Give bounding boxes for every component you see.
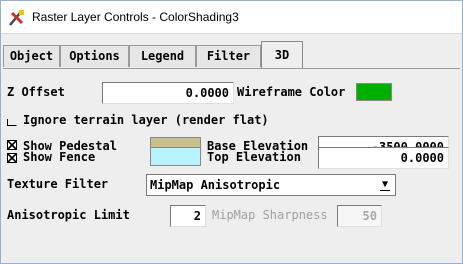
mipmap-sharpness-label: MipMap Sharpness bbox=[212, 208, 328, 222]
mipmap-sharpness-field: 50 bbox=[337, 205, 382, 227]
texture-filter-dropdown[interactable]: MipMap Anisotropic ▼ bbox=[146, 174, 396, 196]
texture-filter-label: Texture Filter bbox=[7, 177, 109, 191]
wireframe-color-swatch[interactable] bbox=[356, 83, 392, 101]
anisotropic-limit-field[interactable]: 2 bbox=[170, 205, 206, 227]
top-elevation-label: Top Elevation bbox=[207, 150, 301, 164]
show-fence-checkbox[interactable] bbox=[7, 153, 17, 163]
unchecked-box-icon bbox=[7, 119, 17, 126]
title-bar: Raster Layer Controls - ColorShading3 bbox=[1, 1, 462, 34]
checked-box-icon bbox=[7, 153, 17, 163]
tab-divider bbox=[3, 68, 460, 69]
tab-object[interactable]: Object bbox=[3, 45, 60, 67]
z-offset-label: Z Offset bbox=[7, 85, 65, 99]
show-pedestal-checkbox[interactable] bbox=[7, 140, 17, 150]
checked-box-icon bbox=[7, 140, 17, 150]
anisotropic-limit-label: Anisotropic Limit bbox=[7, 208, 130, 222]
show-fence-label: Show Fence bbox=[23, 150, 96, 164]
app-icon bbox=[9, 10, 24, 26]
chevron-down-icon[interactable]: ▼ bbox=[377, 177, 393, 193]
top-elevation-field[interactable]: 0.0000 bbox=[318, 147, 449, 169]
texture-filter-value: MipMap Anisotropic bbox=[150, 178, 281, 192]
z-offset-field[interactable]: 0.0000 bbox=[102, 82, 234, 104]
wireframe-color-label: Wireframe Color bbox=[237, 85, 346, 99]
tab-3d[interactable]: 3D bbox=[261, 41, 303, 69]
tab-legend[interactable]: Legend bbox=[129, 45, 196, 67]
fence-color-swatch[interactable] bbox=[150, 147, 201, 166]
ignore-terrain-label: Ignore terrain layer (render flat) bbox=[23, 113, 269, 127]
tab-options[interactable]: Options bbox=[60, 45, 129, 67]
ignore-terrain-checkbox[interactable] bbox=[7, 116, 17, 126]
tab-filter[interactable]: Filter bbox=[196, 45, 261, 67]
raster-layer-controls-window: Raster Layer Controls - ColorShading3 Ob… bbox=[0, 0, 463, 264]
window-title: Raster Layer Controls - ColorShading3 bbox=[32, 10, 239, 24]
